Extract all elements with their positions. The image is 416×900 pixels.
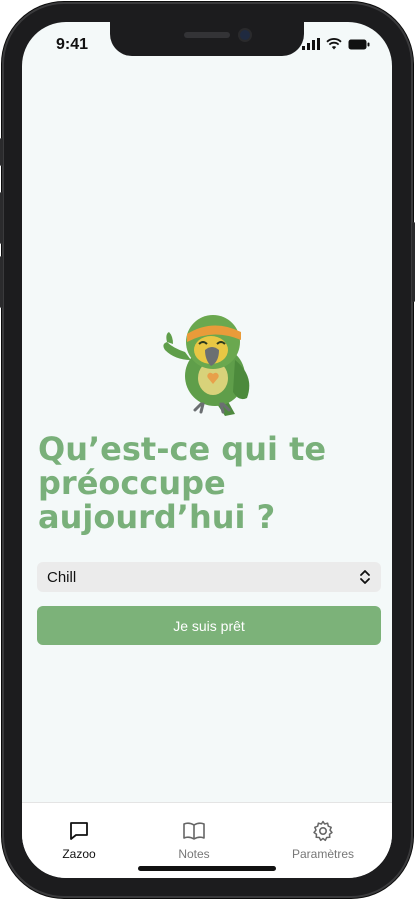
power-button [412,222,415,302]
book-icon [183,822,205,840]
parrot-mascot-illustration [163,315,250,416]
home-indicator [138,866,276,871]
speaker-grille [184,32,230,38]
page-headline: Qu’est-ce qui te préoccupe aujourd’hui ? [38,430,327,536]
wifi-icon [326,38,342,50]
battery-icon [348,39,370,49]
tab-label-notes: Notes [178,847,210,861]
gear-icon [313,820,333,842]
front-camera [240,30,250,40]
tab-notes[interactable]: Notes [149,819,239,861]
tab-label-zazoo: Zazoo [62,847,96,861]
mood-select[interactable]: Chill [37,562,381,592]
tab-label-parametres: Paramètres [291,847,355,861]
status-time: 9:41 [56,36,89,53]
ready-button[interactable]: Je suis prêt [37,606,381,645]
tab-zazoo[interactable]: Zazoo [34,819,124,861]
chat-bubble-icon [70,822,88,840]
app-screen: 9:41 Qu’est-ce qui te préoccupe aujourd’… [22,22,392,878]
volume-down-button [0,256,3,308]
tab-parametres[interactable]: Paramètres [278,819,368,861]
mood-select-value: Chill [47,568,77,586]
cellular-signal-icon [302,38,320,50]
notch [110,22,304,56]
status-icons [302,38,370,50]
chevron-up-down-icon [360,570,370,584]
volume-up-button [0,192,3,244]
mute-switch [0,138,3,166]
